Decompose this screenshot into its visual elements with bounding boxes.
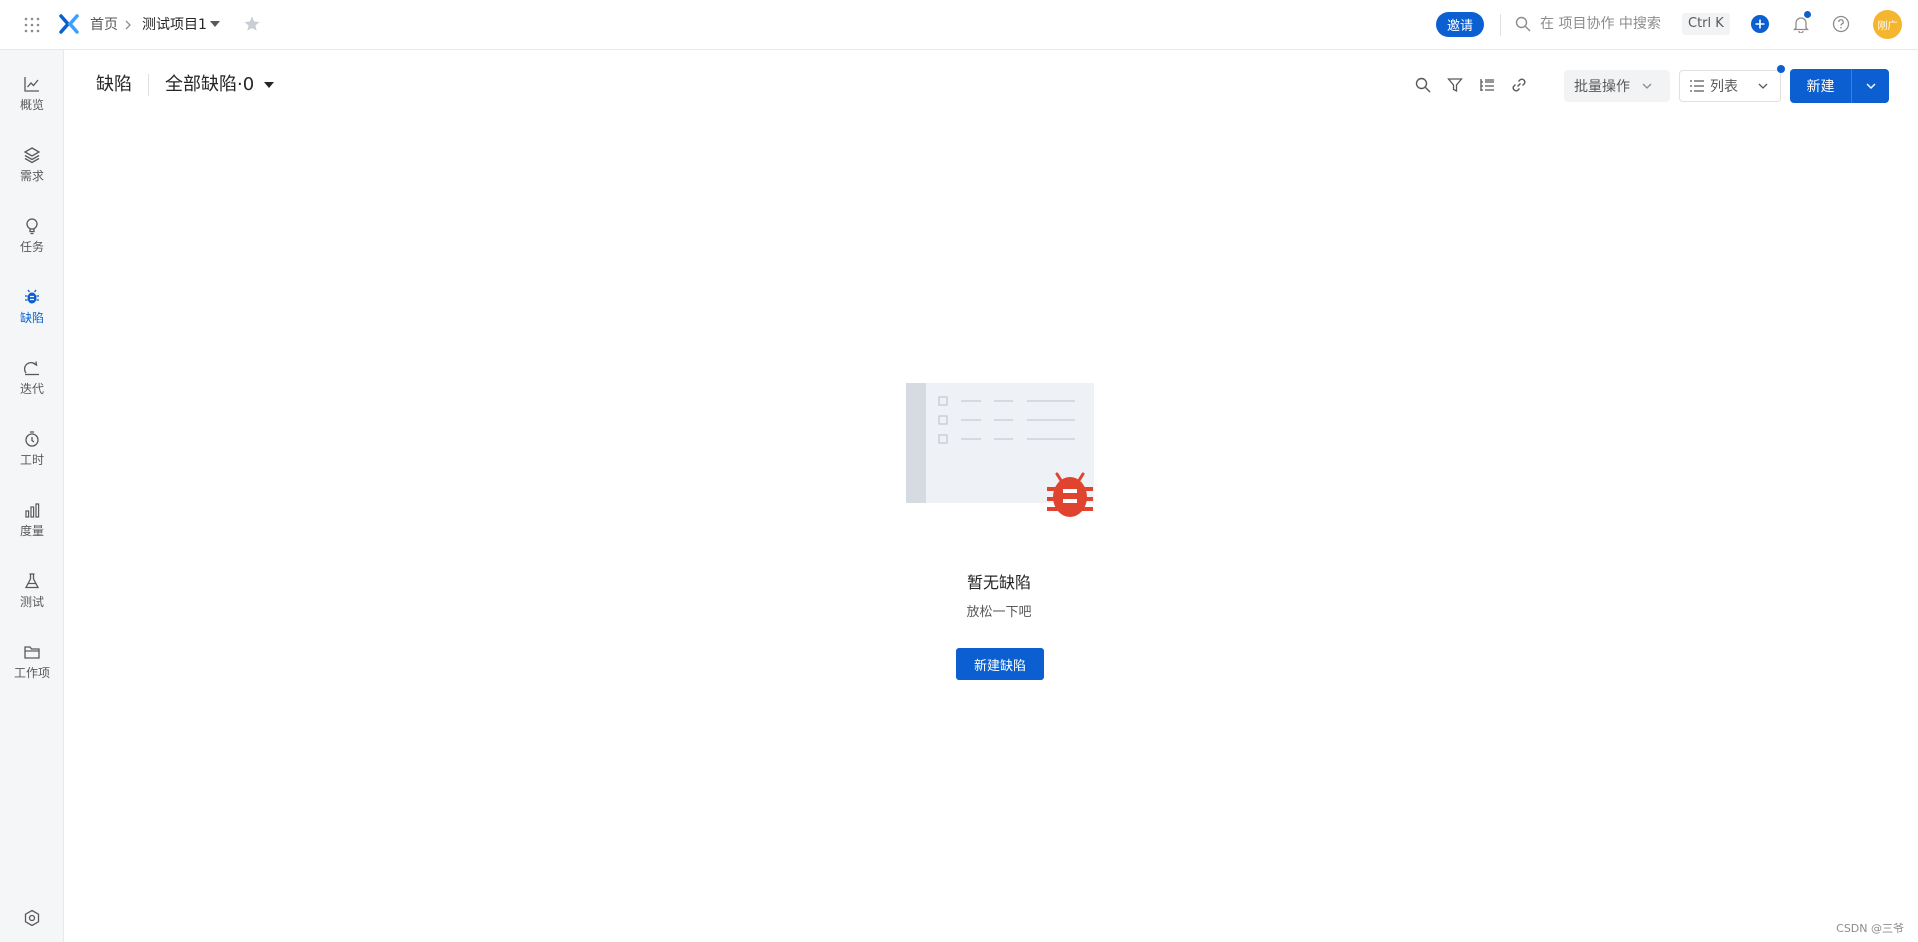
empty-illustration xyxy=(906,383,1096,519)
view-mode-button[interactable]: 列表 xyxy=(1679,70,1781,102)
avatar[interactable]: 刚广 xyxy=(1873,10,1902,39)
stopwatch-icon xyxy=(25,431,39,447)
iteration-icon xyxy=(23,361,39,376)
sidebar-item-bugs[interactable]: 缺陷 xyxy=(0,280,64,340)
list-icon xyxy=(1690,80,1704,92)
chevron-down-icon xyxy=(1866,83,1875,89)
divider xyxy=(1500,14,1501,36)
chevron-down-icon xyxy=(1758,83,1768,89)
lightbulb-icon xyxy=(26,218,38,235)
sidebar-item-label: 迭代 xyxy=(19,382,44,396)
bug-icon xyxy=(25,289,39,304)
sidebar-item-label: 概览 xyxy=(19,98,44,112)
sidebar: 概览 需求 任务 缺陷 迭代 工时 度量 测试 工作项 xyxy=(0,50,64,942)
global-search-input[interactable]: 在 项目协作 中搜索 xyxy=(1540,14,1661,34)
sidebar-item-overview[interactable]: 概览 xyxy=(0,67,64,127)
sidebar-item-workitems[interactable]: 工作项 xyxy=(0,635,64,695)
page-title: 缺陷 xyxy=(96,74,132,95)
divider xyxy=(148,74,149,96)
sidebar-item-label: 缺陷 xyxy=(19,311,44,325)
sidebar-item-label: 工时 xyxy=(19,453,44,467)
batch-actions-label: 批量操作 xyxy=(1574,79,1630,95)
chevron-down-icon xyxy=(1642,83,1652,89)
view-selector[interactable]: 全部缺陷·0 xyxy=(165,72,275,98)
empty-state-subtitle: 放松一下吧 xyxy=(966,605,1032,620)
tree-list-icon[interactable] xyxy=(1477,75,1497,95)
sidebar-item-tasks[interactable]: 任务 xyxy=(0,209,64,269)
sidebar-item-metrics[interactable]: 度量 xyxy=(0,493,64,553)
sidebar-item-label: 度量 xyxy=(19,524,44,538)
folder-icon xyxy=(24,646,40,659)
sidebar-item-iterations[interactable]: 迭代 xyxy=(0,351,64,411)
view-name: 全部缺陷·0 xyxy=(165,74,255,95)
breadcrumb-home[interactable]: 首页 xyxy=(90,15,118,35)
star-icon[interactable] xyxy=(242,14,262,34)
sidebar-item-worktime[interactable]: 工时 xyxy=(0,422,64,482)
shortcut-hint: Ctrl K xyxy=(1682,13,1730,35)
new-item-button[interactable]: 新建 xyxy=(1790,69,1889,103)
new-dropdown-toggle[interactable] xyxy=(1852,69,1889,103)
caret-down-icon[interactable] xyxy=(208,17,222,31)
line-chart-icon xyxy=(24,77,39,92)
status-dot xyxy=(1777,65,1785,73)
batch-actions-button[interactable]: 批量操作 xyxy=(1564,70,1670,102)
sidebar-item-label: 任务 xyxy=(19,240,44,254)
new-button-label[interactable]: 新建 xyxy=(1790,69,1852,103)
empty-state-title: 暂无缺陷 xyxy=(966,573,1031,592)
sidebar-item-requirements[interactable]: 需求 xyxy=(0,138,64,198)
app-grid-icon[interactable] xyxy=(22,15,42,35)
add-circle-icon[interactable] xyxy=(1750,14,1770,34)
create-bug-button[interactable]: 新建缺陷 xyxy=(956,648,1044,680)
chevron-right-icon xyxy=(121,17,135,33)
link-icon[interactable] xyxy=(1509,75,1529,95)
caret-down-icon xyxy=(264,82,275,88)
help-icon[interactable] xyxy=(1831,14,1851,34)
filter-icon[interactable] xyxy=(1445,75,1465,95)
app-logo-icon[interactable] xyxy=(58,13,80,35)
sidebar-item-label: 需求 xyxy=(19,169,44,183)
search-icon[interactable] xyxy=(1413,75,1433,95)
invite-button[interactable]: 邀请 xyxy=(1436,12,1484,37)
notification-dot xyxy=(1804,11,1811,18)
search-icon[interactable] xyxy=(1513,14,1533,34)
layers-icon xyxy=(23,147,41,164)
project-name[interactable]: 测试项目1 xyxy=(142,15,207,35)
watermark: CSDN @三爷 xyxy=(1836,922,1904,935)
top-bar: 首页 测试项目1 邀请 在 项目协作 中搜索 Ctrl K 刚广 xyxy=(0,0,1918,50)
bar-chart-icon xyxy=(25,503,40,518)
settings-icon[interactable] xyxy=(22,908,42,928)
sidebar-item-label: 工作项 xyxy=(13,666,50,680)
view-mode-label: 列表 xyxy=(1710,79,1738,95)
